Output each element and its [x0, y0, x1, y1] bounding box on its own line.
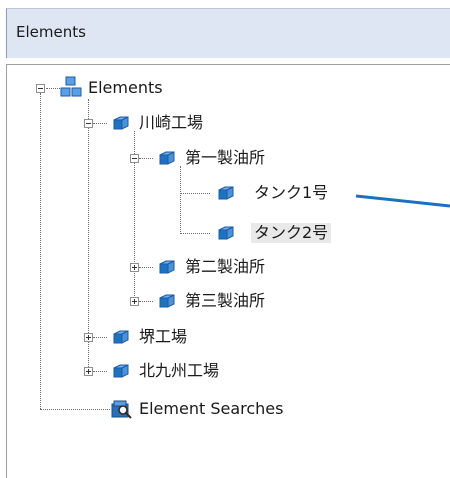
tree-node-plant-1-label: 第一製油所 — [185, 148, 266, 167]
elements-panel-header: Elements — [6, 8, 450, 58]
cube-icon — [113, 116, 129, 130]
cube-icon — [113, 364, 129, 378]
tree-node-site-kawasaki-label: 川崎工場 — [139, 113, 204, 132]
tree-node-element-searches-label: Element Searches — [139, 399, 284, 418]
tree-node-tank-2-label: タンク2号 — [251, 223, 332, 243]
tree-node-tank-1-label: タンク1号 — [254, 183, 329, 202]
cube-icon — [159, 151, 175, 165]
tree-node-plant-2-label: 第二製油所 — [185, 257, 266, 276]
collapse-toggle-root[interactable] — [36, 84, 45, 93]
cube-icon — [159, 260, 175, 274]
element-search-icon — [111, 400, 132, 419]
elements-root-icon — [60, 76, 82, 97]
collapse-toggle-site1[interactable] — [84, 119, 93, 128]
cube-icon — [218, 226, 234, 240]
tree-node-root-label: Elements — [88, 78, 163, 97]
expand-toggle-site3[interactable] — [84, 367, 93, 376]
collapse-toggle-plant1[interactable] — [130, 154, 139, 163]
expand-toggle-site2[interactable] — [84, 333, 93, 342]
tree-node-site-kitakyushu-label: 北九州工場 — [139, 361, 220, 380]
cube-icon — [113, 330, 129, 344]
expand-toggle-plant2[interactable] — [130, 263, 139, 272]
expand-toggle-plant3[interactable] — [130, 297, 139, 306]
panel-title: Elements — [16, 23, 86, 41]
tree-node-plant-3-label: 第三製油所 — [185, 291, 266, 310]
cube-icon — [218, 186, 234, 200]
cube-icon — [159, 294, 175, 308]
tree-node-site-sakai-label: 堺工場 — [139, 327, 188, 346]
